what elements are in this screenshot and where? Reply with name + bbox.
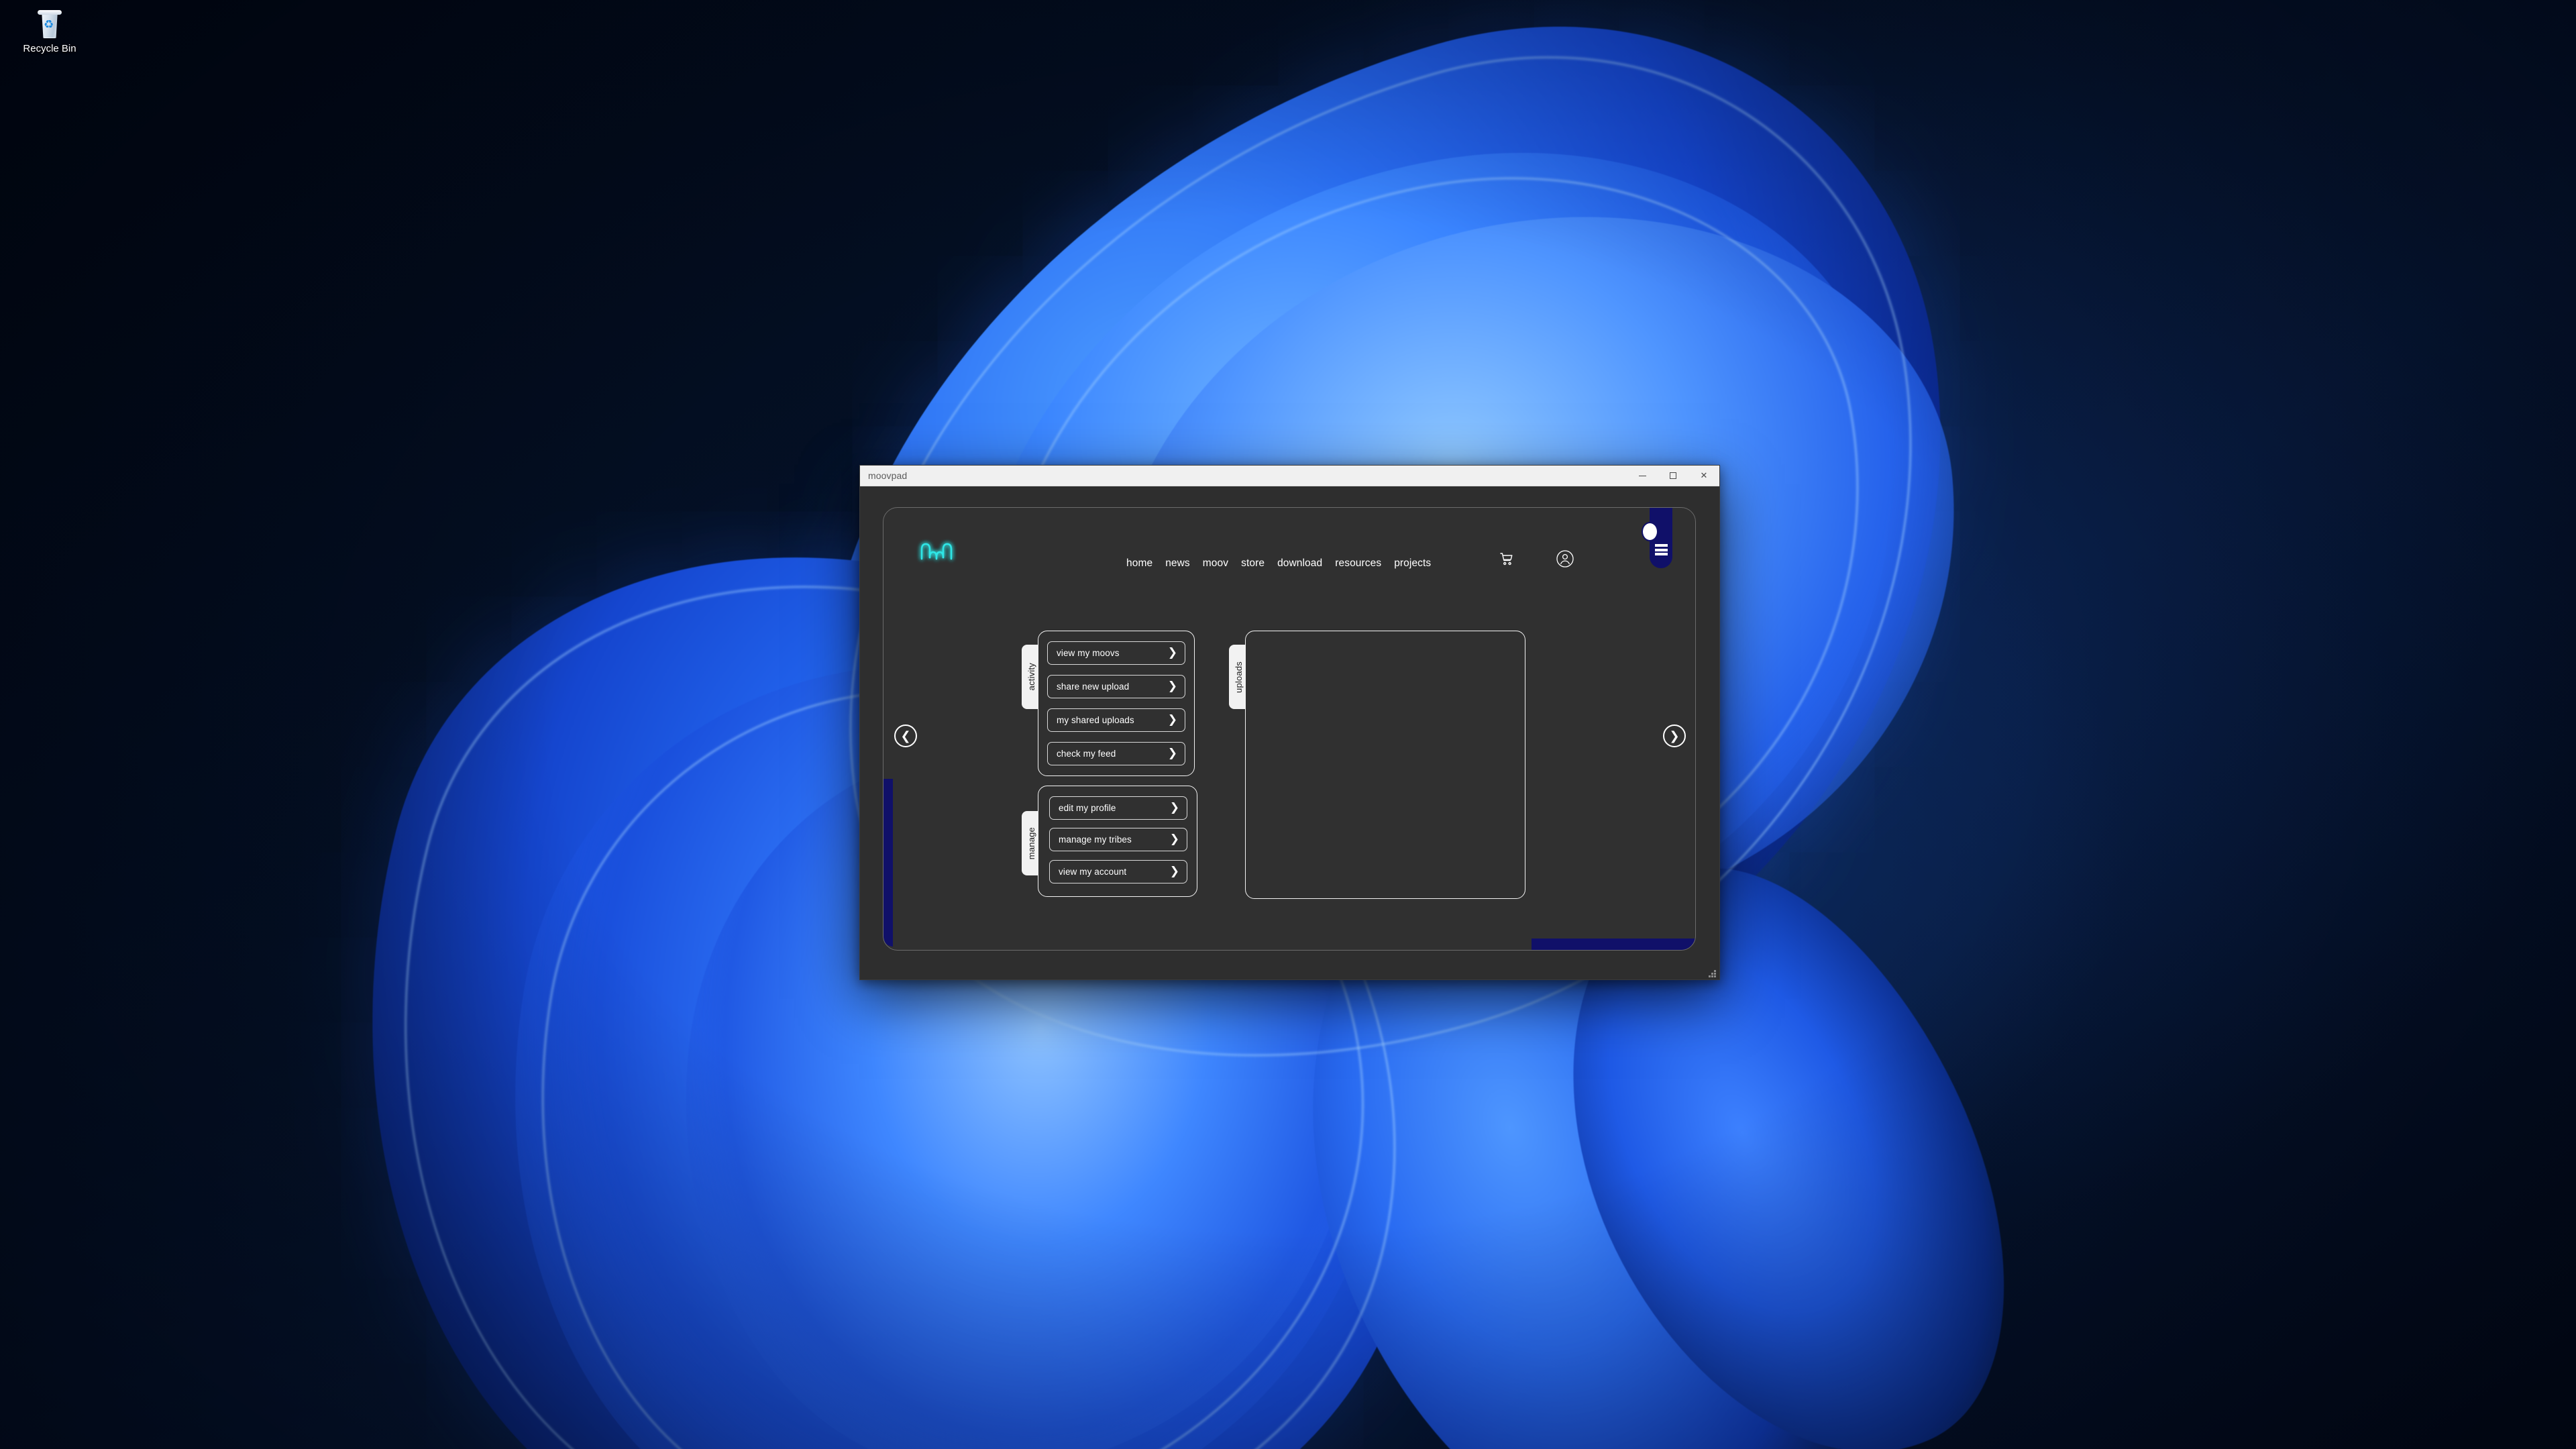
nav-link-download[interactable]: download <box>1277 557 1322 570</box>
carousel-next-button[interactable]: ❯ <box>1663 724 1686 747</box>
chevron-right-icon: ❯ <box>1167 646 1177 659</box>
menu-button-label: manage my tribes <box>1059 835 1132 845</box>
nav-link-resources[interactable]: resources <box>1335 557 1381 570</box>
chevron-right-icon: ❯ <box>1167 713 1177 727</box>
menu-button-label: my shared uploads <box>1057 715 1134 725</box>
minimize-button[interactable] <box>1627 466 1658 486</box>
recycle-bin-icon: ♻ <box>34 9 65 40</box>
account-icon[interactable] <box>1556 549 1574 568</box>
maximize-icon <box>1670 472 1676 479</box>
menu-button-view-my-moovs[interactable]: view my moovs ❯ <box>1047 641 1185 665</box>
site-header: home news moov store download resources … <box>883 508 1695 587</box>
page-frame: home news moov store download resources … <box>883 507 1696 951</box>
accent-bar-bottom <box>1532 938 1695 950</box>
app-window: moovpad ✕ home news moov store download … <box>859 465 1720 980</box>
close-icon: ✕ <box>1700 470 1708 481</box>
chevron-left-icon: ❮ <box>900 729 911 743</box>
window-title: moovpad <box>868 470 908 481</box>
menu-button-label: view my moovs <box>1057 648 1120 658</box>
nav-link-store[interactable]: store <box>1241 557 1265 570</box>
menu-button-label: share new upload <box>1057 682 1130 692</box>
chevron-right-icon: ❯ <box>1169 833 1179 846</box>
page-body: home news moov store download resources … <box>860 486 1719 979</box>
resize-grip[interactable] <box>1709 970 1717 978</box>
menu-button-manage-my-tribes[interactable]: manage my tribes ❯ <box>1049 828 1187 851</box>
accent-bar-left <box>883 779 893 947</box>
desktop-icon-recycle-bin[interactable]: ♻ Recycle Bin <box>5 5 94 56</box>
chevron-right-icon: ❯ <box>1169 801 1179 814</box>
title-bar[interactable]: moovpad ✕ <box>860 466 1719 486</box>
menu-button-my-shared-uploads[interactable]: my shared uploads ❯ <box>1047 708 1185 732</box>
nav-link-home[interactable]: home <box>1126 557 1152 570</box>
folder-tab-label: manage <box>1026 826 1036 860</box>
window-controls: ✕ <box>1627 466 1719 486</box>
folder-tab-label: activity <box>1026 663 1036 691</box>
desktop-icon-label: Recycle Bin <box>23 43 76 54</box>
chevron-right-icon: ❯ <box>1669 729 1680 743</box>
maximize-button[interactable] <box>1658 466 1688 486</box>
folder-panel-activity: view my moovs ❯ share new upload ❯ my sh… <box>1038 631 1195 776</box>
toggle-knob-icon <box>1642 522 1658 541</box>
desktop: ♻ Recycle Bin moovpad ✕ home news moov s… <box>0 0 2576 1449</box>
folder-tab-label: uploads <box>1233 661 1244 693</box>
menu-toggle[interactable] <box>1642 508 1672 568</box>
menu-button-label: check my feed <box>1057 749 1116 759</box>
folder-panel-manage: edit my profile ❯ manage my tribes ❯ vie… <box>1038 786 1197 897</box>
header-actions <box>1499 549 1574 568</box>
nav-link-news[interactable]: news <box>1165 557 1190 570</box>
chevron-right-icon: ❯ <box>1167 680 1177 693</box>
close-button[interactable]: ✕ <box>1688 466 1719 486</box>
main-nav: home news moov store download resources … <box>1126 557 1431 570</box>
menu-button-label: edit my profile <box>1059 803 1116 813</box>
cart-icon[interactable] <box>1499 551 1514 566</box>
menu-button-edit-my-profile[interactable]: edit my profile ❯ <box>1049 796 1187 820</box>
menu-button-label: view my account <box>1059 867 1127 877</box>
nav-link-moov[interactable]: moov <box>1203 557 1228 570</box>
chevron-right-icon: ❯ <box>1167 747 1177 760</box>
menu-button-share-new-upload[interactable]: share new upload ❯ <box>1047 675 1185 698</box>
chevron-right-icon: ❯ <box>1169 865 1179 878</box>
menu-button-view-my-account[interactable]: view my account ❯ <box>1049 860 1187 883</box>
menu-button-check-my-feed[interactable]: check my feed ❯ <box>1047 742 1185 765</box>
moov-m-logo-icon[interactable] <box>918 537 955 564</box>
hamburger-icon <box>1655 544 1668 555</box>
folder-panel-uploads <box>1245 631 1525 899</box>
nav-link-projects[interactable]: projects <box>1394 557 1431 570</box>
carousel-prev-button[interactable]: ❮ <box>894 724 917 747</box>
